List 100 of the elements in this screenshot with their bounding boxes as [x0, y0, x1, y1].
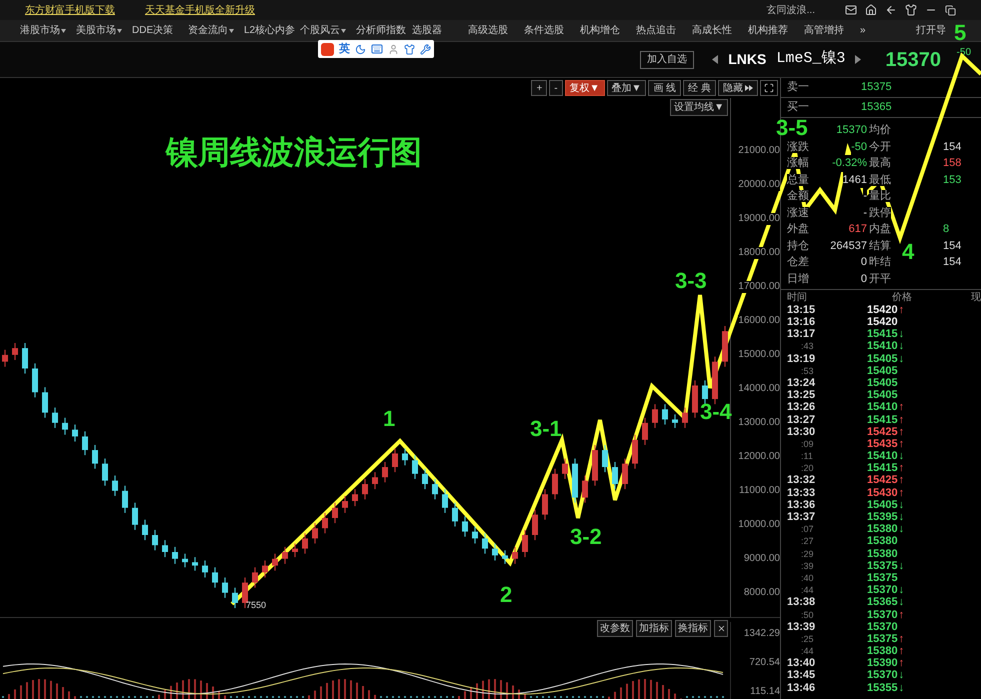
moon-icon[interactable] [355, 44, 366, 54]
menu-item[interactable]: L2核心内参 [244, 23, 296, 38]
symbol-code: LNKS [728, 50, 766, 69]
menu-item[interactable]: 机构推荐 [748, 23, 788, 38]
menu-item[interactable]: 打开导 [916, 23, 946, 38]
trade-time: 13:37 [787, 511, 816, 524]
candlestick [142, 518, 148, 540]
trade-price: 15370 [867, 608, 898, 622]
trade-price: 15405 [867, 388, 898, 402]
trade-time: :39 [800, 560, 814, 571]
menu-item[interactable]: 高级选股 [468, 23, 508, 38]
trade-price: 15420 [867, 302, 898, 317]
download-link[interactable]: 东方财富手机版下载 [25, 2, 115, 18]
candlestick [262, 560, 268, 578]
candlestick [612, 461, 618, 490]
candlestick [92, 444, 98, 469]
candlestick [52, 406, 58, 428]
trade-time: :53 [800, 366, 814, 376]
quote-label: 持仓 [787, 240, 809, 252]
candlestick [622, 458, 628, 490]
chart-tool-button[interactable]: 经 典 [683, 80, 716, 96]
trade-price: 15380 [867, 534, 898, 549]
fullscreen-button[interactable] [760, 80, 778, 96]
menu-item[interactable]: 条件选股 [524, 23, 564, 38]
trade-price: 15425 [867, 424, 898, 439]
chart-tool-button[interactable]: + [531, 80, 548, 96]
axis-label: 20000.00 [738, 178, 780, 191]
trade-time: :44 [800, 585, 814, 596]
menu-item[interactable]: DDE决策 [132, 23, 174, 38]
menu-item[interactable]: 热点追击 [636, 23, 676, 38]
trade-price: 15405 [867, 364, 898, 378]
home-icon[interactable] [865, 4, 877, 16]
indicator-button[interactable]: 加指标 [636, 620, 672, 637]
trade-price: 15405 [867, 352, 898, 366]
ime-mode[interactable]: 英 [339, 40, 350, 58]
ime-toolbar[interactable]: 英 [318, 40, 434, 58]
menu-item[interactable]: 个股风云 [300, 23, 346, 38]
chart-tool-button[interactable]: 隐藏 [718, 80, 758, 96]
chart-tool-button[interactable]: 画 线 [648, 80, 682, 96]
candlestick [322, 512, 328, 534]
trade-time: :20 [800, 463, 814, 474]
candlestick [82, 430, 88, 456]
trade-price: 15370 [867, 668, 898, 683]
candlestick [32, 362, 38, 398]
menu-item[interactable]: » [860, 23, 866, 38]
quote-label: 开平 [869, 272, 891, 284]
candlestick [192, 556, 198, 571]
trade-time: 13:19 [787, 352, 816, 365]
candlestick [202, 560, 208, 578]
ma-setting-dropdown[interactable]: 设置均线▼ [670, 99, 728, 116]
add-watchlist-button[interactable]: 加入自选 [640, 50, 694, 68]
candlestick [292, 542, 298, 558]
trend-arrow: ↓ [898, 680, 904, 696]
candlestick [652, 403, 658, 428]
trade-price: 15435 [867, 436, 898, 451]
menu-item[interactable]: 分析师指数 [356, 23, 406, 38]
close-button[interactable] [714, 620, 728, 637]
person-icon[interactable] [388, 44, 399, 54]
prev-arrow-icon[interactable] [712, 55, 718, 64]
quote-value: 15375 [861, 80, 892, 96]
next-arrow-icon[interactable] [855, 55, 862, 64]
menu-item[interactable]: 选股器 [412, 23, 442, 38]
candlestick [642, 416, 648, 446]
indicator-button[interactable]: 换指标 [675, 620, 711, 637]
trade-time: 13:24 [787, 376, 816, 389]
quote-label: 最低 [869, 174, 891, 186]
trade-time: 13:45 [787, 669, 816, 682]
candlestick [162, 539, 168, 558]
candlestick [602, 444, 608, 472]
restore-icon[interactable] [945, 4, 956, 16]
candlestick [442, 488, 448, 514]
menu-item[interactable]: 高管增持 [804, 23, 844, 38]
candlestick [282, 546, 288, 564]
wave-label: 3-1 [530, 418, 562, 440]
trade-time: :25 [800, 634, 814, 644]
keyboard-icon[interactable] [371, 43, 383, 55]
chart-tool-button[interactable]: - [549, 80, 563, 96]
back-icon[interactable] [885, 4, 897, 16]
axis-label: 18000.00 [738, 246, 780, 259]
low-price-label: 7550 [246, 599, 266, 612]
indicator-button[interactable]: 改参数 [597, 620, 633, 637]
trade-time: 13:16 [787, 316, 816, 328]
menu-item[interactable]: 美股市场 [76, 23, 122, 38]
menu-item[interactable]: 资金流向 [188, 23, 234, 38]
trade-time: :11 [800, 451, 813, 462]
chart-tool-button[interactable]: 叠加▼ [606, 80, 646, 96]
trade-time: 13:38 [787, 596, 816, 608]
trade-time: :43 [800, 341, 814, 352]
candlestick [452, 502, 458, 527]
menu-item[interactable]: 港股市场 [20, 23, 66, 38]
candlestick [512, 546, 518, 564]
caret-icon [61, 28, 66, 32]
close-icon [716, 624, 726, 633]
menu-item[interactable]: 高成长性 [692, 23, 732, 38]
menu-item[interactable]: 机构增仓 [580, 23, 620, 38]
user-name: 玄同波浪... [766, 4, 815, 18]
download-link[interactable]: 天天基金手机版全新升级 [145, 2, 255, 18]
chart-tool-button[interactable]: 复权▼ [564, 80, 605, 96]
mail-icon[interactable] [845, 4, 857, 16]
wrench-icon[interactable] [420, 44, 431, 54]
